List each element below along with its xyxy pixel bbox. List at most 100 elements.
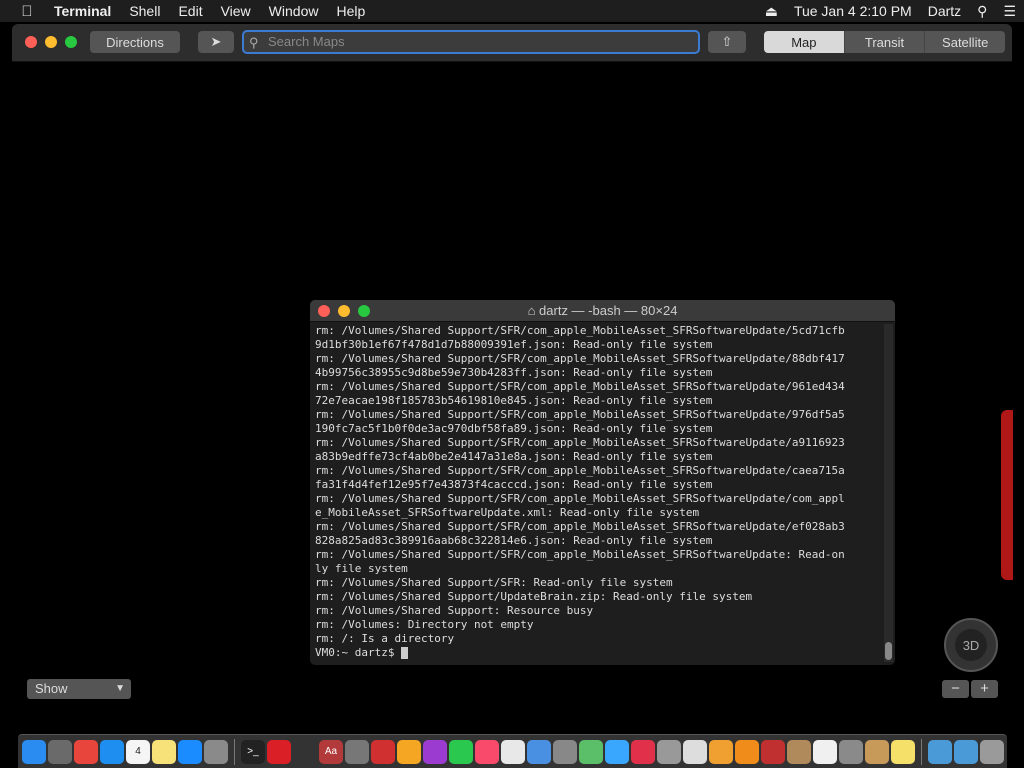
- chevron-down-icon: ▼: [115, 683, 125, 694]
- eject-icon[interactable]: ⏏: [757, 0, 786, 22]
- facetime-icon[interactable]: [449, 739, 473, 764]
- terminal-minimize-button[interactable]: [338, 305, 350, 317]
- spotlight-search-icon[interactable]: ⚲: [969, 0, 995, 22]
- chess-icon[interactable]: [683, 739, 707, 764]
- share-icon: ⇧: [721, 34, 733, 49]
- menu-app-terminal[interactable]: Terminal: [54, 0, 120, 22]
- search-icon: ⚲: [249, 35, 259, 50]
- terminal-lines: rm: /Volumes/Shared Support/SFR/com_appl…: [315, 324, 881, 646]
- terminal-line: fa31f4d4fef12e95f7e43873f4cacccd.json: R…: [315, 478, 713, 491]
- terminal-close-button[interactable]: [318, 305, 330, 317]
- dock-separator: [234, 738, 235, 765]
- disk-utility-icon[interactable]: [657, 739, 681, 764]
- archive-icon[interactable]: [787, 739, 811, 764]
- zoom-in-button[interactable]: +: [971, 680, 998, 698]
- terminal-line: rm: /Volumes/Shared Support/SFR/com_appl…: [315, 492, 845, 505]
- notes-icon[interactable]: [152, 739, 176, 764]
- script-editor-icon[interactable]: [501, 739, 525, 764]
- tab-transit[interactable]: Transit: [843, 31, 925, 53]
- font-book-icon[interactable]: [345, 739, 369, 764]
- terminal-output[interactable]: rm: /Volumes/Shared Support/SFR/com_appl…: [315, 324, 881, 662]
- menu-window[interactable]: Window: [260, 0, 328, 22]
- tab-satellite[interactable]: Satellite: [924, 31, 1005, 53]
- maps-minimize-button[interactable]: [45, 36, 57, 48]
- no-entry-icon[interactable]: [631, 739, 655, 764]
- system-preferences-icon[interactable]: [204, 739, 228, 764]
- maps-icon[interactable]: [579, 739, 603, 764]
- trash-icon[interactable]: [980, 739, 1004, 764]
- apple-menu-icon[interactable]: : [0, 3, 54, 20]
- music-icon[interactable]: [475, 739, 499, 764]
- automator-icon[interactable]: [839, 739, 863, 764]
- terminal-line: 9d1bf30b1ef67f478d1d7b88009391ef.json: R…: [315, 338, 713, 351]
- show-select[interactable]: Show ▼: [27, 679, 131, 699]
- terminal-line: e_MobileAsset_SFRSoftwareUpdate.xml: Rea…: [315, 506, 700, 519]
- tab-map[interactable]: Map: [764, 31, 844, 53]
- current-location-button[interactable]: ➤: [198, 31, 234, 53]
- terminal-line: 4b99756c38955c9d8be59e730b4283ff.json: R…: [315, 366, 713, 379]
- maps-zoom-button[interactable]: [65, 36, 77, 48]
- terminal-line: rm: /Volumes/Shared Support/SFR/com_appl…: [315, 324, 845, 337]
- map-mode-segmented-control: Map Transit Satellite: [764, 31, 1005, 53]
- photos-icon[interactable]: [709, 739, 733, 764]
- menu-user[interactable]: Dartz: [920, 0, 969, 22]
- dock: 4 >_ Aa: [18, 734, 1007, 768]
- applications-folder-icon[interactable]: [928, 739, 952, 764]
- app-store-icon[interactable]: [178, 739, 202, 764]
- terminal-line: ly file system: [315, 562, 408, 575]
- potion-icon[interactable]: [423, 739, 447, 764]
- menu-help[interactable]: Help: [327, 0, 374, 22]
- maps-close-button[interactable]: [25, 36, 37, 48]
- terminal-line: rm: /Volumes/Shared Support/SFR/com_appl…: [315, 380, 845, 393]
- preview-icon[interactable]: [527, 739, 551, 764]
- zoom-out-button[interactable]: −: [942, 680, 969, 698]
- maps-toolbar: Directions ➤ ⚲ Search Maps ⇧ Map Transit…: [12, 24, 1012, 62]
- airdrop-icon[interactable]: [553, 739, 577, 764]
- compass-3d-label: 3D: [962, 637, 980, 653]
- activity-monitor-icon[interactable]: [293, 739, 317, 764]
- terminal-titlebar[interactable]: ⌂ dartz — -bash — 80×24: [310, 300, 895, 322]
- launchpad-icon[interactable]: [48, 739, 72, 764]
- calendar-icon[interactable]: 4: [126, 739, 150, 764]
- terminal-line: 72e7eacae198f185783b54619810e845.json: R…: [315, 394, 713, 407]
- photo-booth-icon[interactable]: [761, 739, 785, 764]
- menu-view[interactable]: View: [212, 0, 260, 22]
- terminal-line: rm: /Volumes/Shared Support: Resource bu…: [315, 604, 594, 617]
- terminal-line: 190fc7ac5f1b0f0de3ac970dbf58fa89.json: R…: [315, 422, 713, 435]
- show-select-value: Show: [35, 681, 68, 696]
- share-button[interactable]: ⇧: [708, 31, 746, 53]
- terminal-line: rm: /: Is a directory: [315, 632, 455, 645]
- menu-edit[interactable]: Edit: [169, 0, 211, 22]
- home-icon[interactable]: [397, 739, 421, 764]
- finder-icon[interactable]: [22, 739, 46, 764]
- downloads-folder-icon[interactable]: [954, 739, 978, 764]
- books-icon[interactable]: [735, 739, 759, 764]
- menu-clock[interactable]: Tue Jan 4 2:10 PM: [786, 0, 920, 22]
- background-window-edge: [1001, 410, 1013, 580]
- terminal-window: ⌂ dartz — -bash — 80×24 rm: /Volumes/Sha…: [310, 300, 895, 665]
- terminal-line: rm: /Volumes/Shared Support/SFR/com_appl…: [315, 548, 845, 561]
- notebook-icon[interactable]: [865, 739, 889, 764]
- directions-button[interactable]: Directions: [90, 31, 180, 53]
- stickies-icon[interactable]: [891, 739, 915, 764]
- terminal-cursor: [401, 647, 409, 659]
- terminal-scrollbar-thumb[interactable]: [885, 642, 892, 660]
- menu-bar:  Terminal Shell Edit View Window Help ⏏…: [0, 0, 1024, 22]
- terminal-zoom-button[interactable]: [358, 305, 370, 317]
- home-icon: ⌂: [527, 303, 536, 318]
- messages-icon[interactable]: [605, 739, 629, 764]
- dictionary-icon[interactable]: Aa: [319, 739, 343, 764]
- rosetta-icon[interactable]: [371, 739, 395, 764]
- menu-shell[interactable]: Shell: [120, 0, 169, 22]
- dock-separator: [921, 738, 922, 765]
- creative-cloud-icon[interactable]: [267, 739, 291, 764]
- safari-icon[interactable]: [100, 739, 124, 764]
- compass-3d-control[interactable]: 3D: [944, 618, 998, 672]
- search-maps-input[interactable]: ⚲ Search Maps: [242, 30, 700, 54]
- chrome-icon[interactable]: [74, 739, 98, 764]
- textedit-icon[interactable]: [813, 739, 837, 764]
- notification-center-icon[interactable]: ☰: [995, 0, 1024, 22]
- terminal-scrollbar[interactable]: [884, 324, 893, 662]
- terminal-line: rm: /Volumes: Directory not empty: [315, 618, 534, 631]
- terminal-icon[interactable]: >_: [241, 739, 265, 764]
